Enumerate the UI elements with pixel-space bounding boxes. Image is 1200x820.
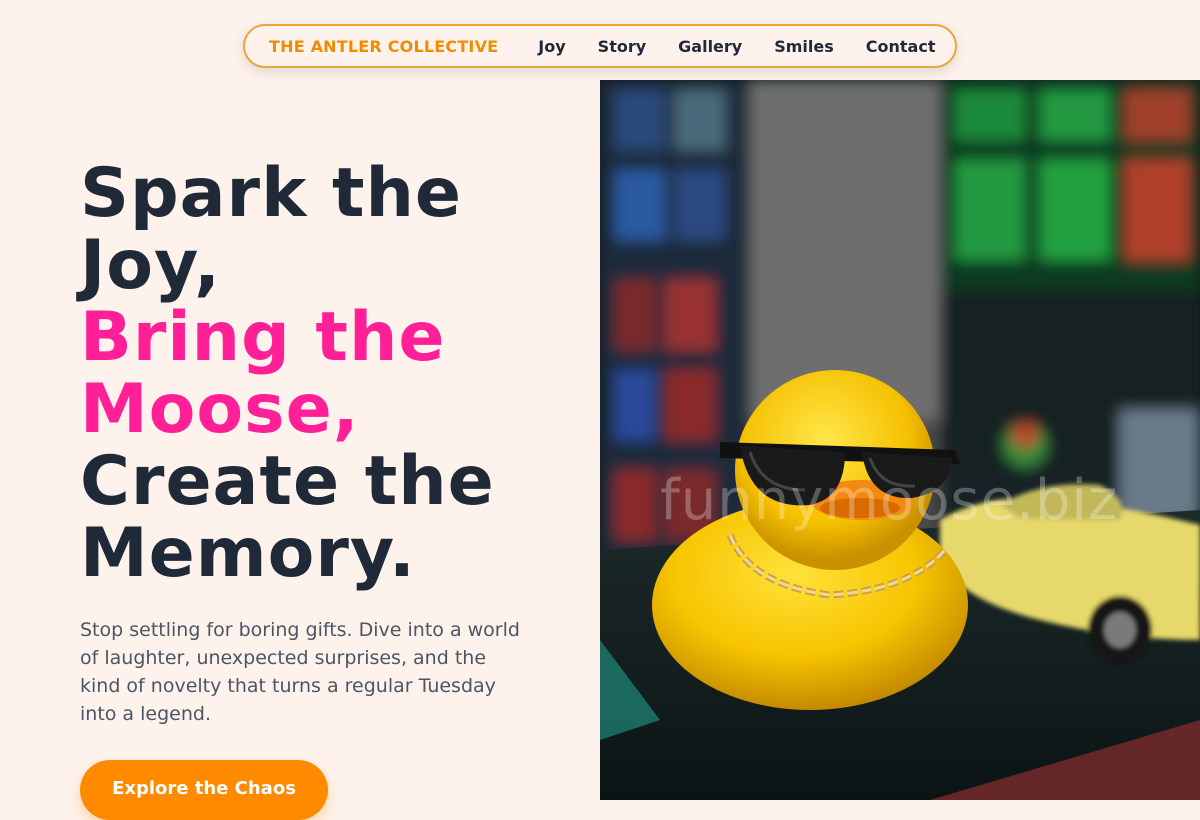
nav-link-story[interactable]: Story (598, 37, 646, 56)
headline-line: Joy, (80, 226, 221, 305)
hero-description: Stop settling for boring gifts. Dive int… (80, 619, 520, 725)
hero-photo (600, 80, 1200, 800)
watermark: funnymoose.biz (660, 468, 1119, 533)
headline-line: Spark the (80, 154, 463, 233)
nav-link-contact[interactable]: Contact (866, 37, 936, 56)
top-nav: THE ANTLER COLLECTIVE Joy Story Gallery … (243, 24, 957, 68)
duck-photo-illustration (600, 80, 1200, 800)
nav-link-gallery[interactable]: Gallery (678, 37, 742, 56)
nav-links: Joy Story Gallery Smiles Contact (538, 37, 935, 56)
headline-accent-line: Bring the (80, 298, 446, 377)
brand-logo[interactable]: THE ANTLER COLLECTIVE (269, 37, 498, 56)
headline-line: Memory. (80, 514, 416, 593)
nav-link-joy[interactable]: Joy (538, 37, 565, 56)
explore-button[interactable]: Explore the Chaos (80, 760, 328, 820)
headline-line: Create the (80, 442, 495, 521)
explore-button-label: Explore the Chaos (112, 778, 296, 799)
hero-headline: Spark the Joy, Bring the Moose, Create t… (80, 158, 580, 590)
nav-link-smiles[interactable]: Smiles (774, 37, 834, 56)
headline-accent-line: Moose, (80, 370, 360, 449)
